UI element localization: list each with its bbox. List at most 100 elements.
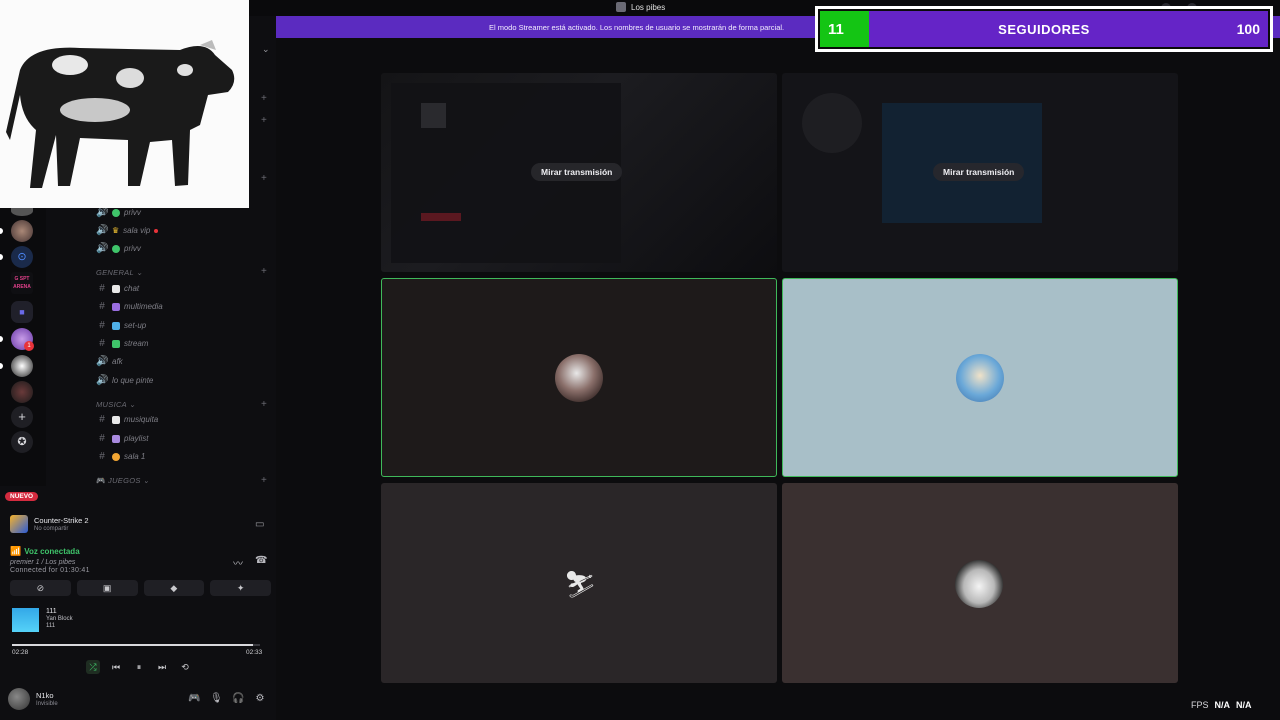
channel-label: set-up [124, 321, 147, 330]
hash-icon: # [99, 301, 105, 312]
track-album: 111 [46, 623, 56, 629]
playback-controls: ⤮ ⏮ ⏸ ⏭ ⟲ [86, 660, 192, 674]
voice-channel-row[interactable]: 🔊 lo que pinte [96, 375, 153, 386]
repeat-icon[interactable]: ⟲ [178, 660, 192, 674]
monitor-icon [112, 321, 120, 330]
hash-icon: # [99, 338, 105, 349]
add-channel-icon[interactable]: + [261, 93, 267, 104]
music-icon [112, 415, 120, 424]
category-general[interactable]: GENERAL ⌄ [96, 268, 143, 277]
text-channel-row[interactable]: # playlist [96, 433, 148, 444]
follower-goal: 100 [1236, 21, 1260, 37]
channel-label: afk [112, 357, 123, 366]
username: N1ko [36, 691, 54, 700]
user-controls: 🎮 🎙 🎧 ⚙ [188, 693, 266, 704]
category-label: MUSICA [96, 400, 127, 409]
speaker-icon: 🔊 [96, 243, 109, 254]
voice-connected-time: Connected for 01:30:41 [10, 567, 90, 574]
channel-label: musiquita [124, 415, 159, 424]
hash-icon: # [99, 451, 105, 462]
server-icon[interactable] [11, 220, 33, 242]
text-channel-row[interactable]: # sala 1 [96, 451, 145, 462]
track-progress-bar[interactable] [12, 644, 260, 646]
preview-bar [421, 213, 461, 221]
voice-channel-row[interactable]: 🔊 privv [96, 207, 141, 218]
channel-label: privv [124, 244, 141, 253]
track-artist: Yan Block [46, 616, 73, 622]
add-channel-icon[interactable]: + [261, 266, 267, 277]
voice-status-text: Voz conectada [24, 547, 80, 556]
channel-label: multimedia [124, 302, 163, 311]
cow-illustration [6, 40, 235, 188]
category-musica[interactable]: MUSICA ⌄ [96, 400, 136, 409]
chevron-down-icon[interactable]: ⌄ [262, 44, 270, 55]
channel-label: chat [124, 284, 140, 293]
playlist-icon [112, 434, 120, 443]
text-channel-row[interactable]: # set-up [96, 320, 146, 331]
media-icon [112, 302, 120, 311]
participant-tile[interactable] [381, 278, 777, 477]
folder-icon[interactable]: ■ [11, 301, 33, 323]
gamepad-icon: 🎮 [96, 476, 106, 485]
server-logo[interactable]: G SPT ARENA [11, 272, 33, 294]
speaker-icon: 🔊 [96, 207, 109, 218]
screen-share-button[interactable]: ▣ [76, 580, 138, 596]
gear-icon[interactable]: ⚙ [254, 693, 266, 704]
user-info[interactable]: N1ko Invisible [8, 688, 58, 710]
microphone-icon[interactable]: 🎙 [210, 693, 223, 704]
preview-thumb [421, 103, 446, 128]
follower-label: SEGUIDORES [998, 22, 1090, 37]
server-icon[interactable]: ⊙ [11, 246, 33, 268]
server-icon[interactable] [11, 355, 33, 377]
hash-icon: # [99, 414, 105, 425]
participant-tile[interactable] [782, 278, 1178, 477]
track-title: 111 [46, 608, 57, 615]
voice-channel-row[interactable]: 🔊 ♛ sala vip [96, 225, 159, 236]
watch-stream-button[interactable]: Mirar transmisión [531, 163, 623, 181]
shuffle-icon[interactable]: ⤮ [86, 660, 100, 674]
voice-channel-name: premier 1 / Los pibes [10, 559, 76, 566]
text-channel-row[interactable]: # stream [96, 338, 148, 349]
soundwave-icon[interactable]: 〰 [233, 555, 243, 570]
fps-counter: FPS N/A N/A [1191, 700, 1252, 710]
game-status: No compartir [34, 526, 69, 532]
participant-tile[interactable]: ⛷ [381, 483, 777, 683]
add-channel-icon[interactable]: + [261, 115, 267, 126]
add-channel-icon[interactable]: + [261, 173, 267, 184]
hash-icon: # [99, 320, 105, 331]
voice-status: 📶 Voz conectada premier 1 / Los pibes Con… [10, 546, 90, 574]
participant-tile[interactable] [782, 483, 1178, 683]
text-channel-row[interactable]: # multimedia [96, 301, 163, 312]
activity-card[interactable]: Counter-Strike 2 No compartir [10, 515, 89, 533]
next-icon[interactable]: ⏭ [155, 660, 169, 674]
voice-channel-row[interactable]: 🔊 privv [96, 243, 141, 254]
speaker-icon: 🔊 [96, 375, 109, 386]
screen-share-icon[interactable]: ▭ [255, 519, 264, 530]
new-badge: NUEVO [5, 492, 39, 501]
server-icon[interactable] [11, 381, 33, 403]
speaker-icon: 🔊 [96, 225, 109, 236]
track-elapsed: 02:28 [12, 649, 29, 656]
voice-channel-row[interactable]: 🔊 afk [96, 356, 123, 367]
green-dot-icon [112, 208, 120, 217]
pause-icon[interactable]: ⏸ [132, 660, 146, 674]
text-channel-row[interactable]: # musiquita [96, 414, 158, 425]
text-channel-row[interactable]: # chat [96, 283, 139, 294]
soundboard-button[interactable]: ✦ [210, 580, 271, 596]
add-channel-icon[interactable]: + [261, 475, 267, 486]
compass-icon[interactable]: ✪ [11, 431, 33, 453]
activity-button[interactable]: ◆ [143, 580, 205, 596]
add-server-icon[interactable]: + [11, 406, 33, 428]
disconnect-icon[interactable]: ☎ [255, 555, 267, 566]
headphones-icon[interactable]: 🎧 [232, 693, 244, 704]
add-channel-icon[interactable]: + [261, 399, 267, 410]
track-progress-fill [12, 644, 253, 646]
green-dot-icon [112, 244, 120, 253]
category-juegos[interactable]: 🎮 JUEGOS ⌄ [96, 476, 150, 485]
previous-icon[interactable]: ⏮ [109, 660, 123, 674]
notification-badge: 1 [24, 341, 34, 351]
avatar: ⛷ [556, 560, 604, 608]
gamepad-icon[interactable]: 🎮 [188, 693, 200, 704]
watch-stream-button[interactable]: Mirar transmisión [933, 163, 1025, 181]
camera-off-button[interactable]: ⊘ [10, 580, 71, 596]
